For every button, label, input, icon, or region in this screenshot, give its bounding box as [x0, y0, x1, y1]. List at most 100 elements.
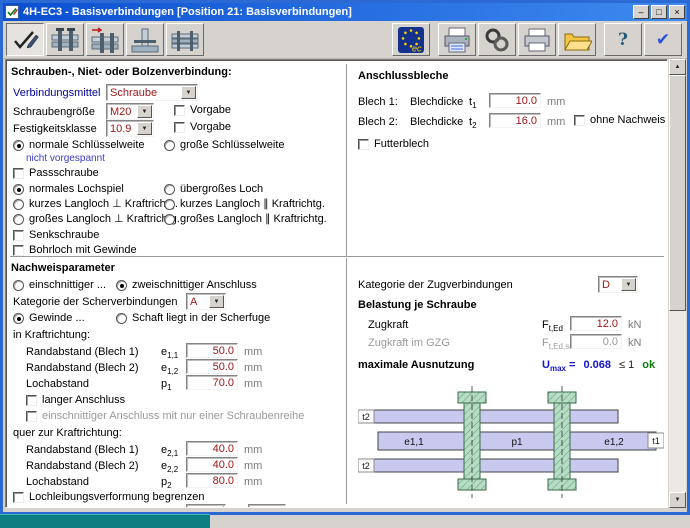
radio-dot	[13, 140, 24, 151]
verbindungsmittel-select[interactable]: Schraube ▼	[106, 84, 198, 101]
print-list-button[interactable]	[438, 23, 476, 56]
window-title: 4H-EC3 - Basisverbindungen [Position 21:…	[23, 6, 631, 18]
langer-anschluss-checkbox[interactable]: langer Anschluss	[26, 394, 125, 407]
checkbox-box	[358, 139, 369, 150]
e22-unit: mm	[244, 460, 262, 473]
confirm-button[interactable]: ✔	[644, 23, 682, 56]
eurocode-ec-icon: ec	[396, 26, 426, 54]
checkbox-box	[13, 168, 24, 179]
e12-symbol: e1,2	[161, 362, 178, 376]
maximize-button[interactable]: □	[651, 5, 667, 19]
schaft-scherfuge-radio[interactable]: Schaft liegt in der Scherfuge	[116, 312, 270, 325]
nicht-vorgespannt-note: nicht vorgespannt	[26, 152, 105, 165]
scroll-up-button[interactable]: ▲	[669, 59, 686, 75]
gleitflaechenklasse-select: A ▼	[186, 504, 226, 508]
randabstand1-label: Randabstand (Blech 1)	[26, 346, 139, 359]
eurocode-button[interactable]: ec	[392, 23, 430, 56]
zugkraft-gzg-label: Zugkraft im GZG	[368, 337, 450, 350]
schraubengroesse-select[interactable]: M20 ▼	[106, 103, 154, 120]
t2-input[interactable]: 16.0	[489, 113, 541, 128]
print-button[interactable]	[518, 23, 556, 56]
t1-unit: mm	[547, 96, 565, 109]
shear-joint-button[interactable]	[86, 23, 124, 56]
blechdicke1-label: Blechdicke	[410, 96, 463, 109]
splice-joint-button[interactable]	[166, 23, 204, 56]
ft-unit: kN	[628, 319, 641, 332]
einschnittig-radio[interactable]: einschnittiger ...	[13, 279, 106, 292]
ohne-nachweis-checkbox[interactable]: ohne Nachweis	[574, 114, 665, 127]
kurzes-langloch-quer-radio[interactable]: kurzes Langloch ⊥ Kraftrichtg.	[13, 198, 178, 211]
zweischnittig-radio[interactable]: zweischnittiger Anschluss	[116, 279, 257, 292]
e12-input[interactable]: 50.0	[186, 359, 238, 374]
vorgabe-klasse-checkbox[interactable]: Vorgabe	[174, 121, 231, 134]
close-button[interactable]: ×	[669, 5, 685, 19]
grosses-langloch-parallel-radio[interactable]: großes Langloch ∥ Kraftrichtg.	[164, 213, 327, 226]
vertical-scrollbar[interactable]: ▲ ▼	[669, 59, 686, 508]
radio-dot	[116, 313, 127, 324]
kategorie-zug-select[interactable]: D ▼	[598, 276, 638, 293]
t1-symbol: t1	[469, 96, 477, 110]
chevron-down-icon: ▼	[621, 278, 636, 291]
vorgabe-groesse-checkbox[interactable]: Vorgabe	[174, 104, 231, 117]
minimize-button[interactable]: –	[633, 5, 649, 19]
grosse-schluesselweite-radio[interactable]: große Schlüsselweite	[164, 139, 285, 152]
lochabstand1-label: Lochabstand	[26, 378, 89, 391]
senkschraube-checkbox[interactable]: Senkschraube	[13, 229, 99, 242]
checkbox-box	[26, 395, 37, 406]
plate-t2-top	[366, 410, 618, 423]
lap-joint-button[interactable]	[46, 23, 84, 56]
radio-dot	[116, 280, 127, 291]
t-joint-button[interactable]	[126, 23, 164, 56]
lap-joint-icon	[50, 26, 80, 54]
grosses-langloch-quer-radio[interactable]: großes Langloch ⊥ Kraftrichtg.	[13, 213, 180, 226]
radio-dot	[164, 184, 175, 195]
festigkeitsklasse-select[interactable]: 10.9 ▼	[106, 120, 154, 137]
bohrloch-gewinde-checkbox[interactable]: Bohrloch mit Gewinde	[13, 244, 137, 257]
normale-schluesselweite-radio[interactable]: normale Schlüsselweite	[13, 139, 145, 152]
kurzes-langloch-parallel-radio[interactable]: kurzes Langloch ∥ Kraftrichtg.	[164, 198, 325, 211]
kategorie-scher-select[interactable]: A ▼	[186, 293, 226, 310]
export-folder-button[interactable]	[558, 23, 596, 56]
plate-t2-bottom	[366, 459, 618, 472]
schraubengroesse-label: Schraubengröße	[13, 106, 95, 119]
radio-dot	[13, 313, 24, 324]
futterblech-checkbox[interactable]: Futterblech	[358, 138, 429, 151]
checkbox-box	[174, 122, 185, 133]
normales-lochspiel-radio[interactable]: normales Lochspiel	[13, 183, 124, 196]
zugkraft-label: Zugkraft	[368, 319, 408, 332]
desktop-fragment	[0, 514, 210, 528]
lochleibung-checkbox[interactable]: Lochleibungsverformung begrenzen	[13, 491, 205, 504]
titlebar: 4H-EC3 - Basisverbindungen [Position 21:…	[3, 3, 687, 21]
chain-links-button[interactable]	[478, 23, 516, 56]
radio-dot	[13, 214, 24, 225]
e11-input[interactable]: 50.0	[186, 343, 238, 358]
t-joint-icon	[130, 26, 160, 54]
scroll-down-button[interactable]: ▼	[669, 492, 686, 508]
e11-unit: mm	[244, 346, 262, 359]
e21-input[interactable]: 40.0	[186, 441, 238, 456]
p2-input[interactable]: 80.0	[186, 473, 238, 488]
einschnittig-reihe-checkbox: einschnittiger Anschluss mit nur einer S…	[26, 410, 304, 423]
passschraube-checkbox[interactable]: Passschraube	[13, 167, 99, 180]
uebergrosses-loch-radio[interactable]: übergroßes Loch	[164, 183, 263, 196]
kategorie-zug-label: Kategorie der Zugverbindungen	[358, 279, 513, 292]
edit-check-button[interactable]	[6, 23, 44, 56]
radio-dot	[13, 280, 24, 291]
chevron-down-icon: ▼	[209, 295, 224, 308]
blechdicke2-label: Blechdicke	[410, 116, 463, 129]
chevron-down-icon: ▼	[137, 122, 152, 135]
radio-dot	[164, 199, 175, 210]
ftser-input: 0.0	[570, 334, 622, 349]
umax-ok: ok	[642, 359, 655, 371]
gewinde-radio[interactable]: Gewinde ...	[13, 312, 85, 325]
ft-input[interactable]: 12.0	[570, 316, 622, 331]
p1-input[interactable]: 70.0	[186, 375, 238, 390]
screen: 4H-EC3 - Basisverbindungen [Position 21:…	[0, 0, 690, 528]
e22-input[interactable]: 40.0	[186, 457, 238, 472]
app-icon	[5, 5, 19, 19]
splice-joint-icon	[170, 26, 200, 54]
t1-input[interactable]: 10.0	[489, 93, 541, 108]
scrollbar-thumb[interactable]	[669, 75, 686, 311]
help-button[interactable]: ?	[604, 23, 642, 56]
nachweisparameter-header: Nachweisparameter	[11, 262, 115, 275]
